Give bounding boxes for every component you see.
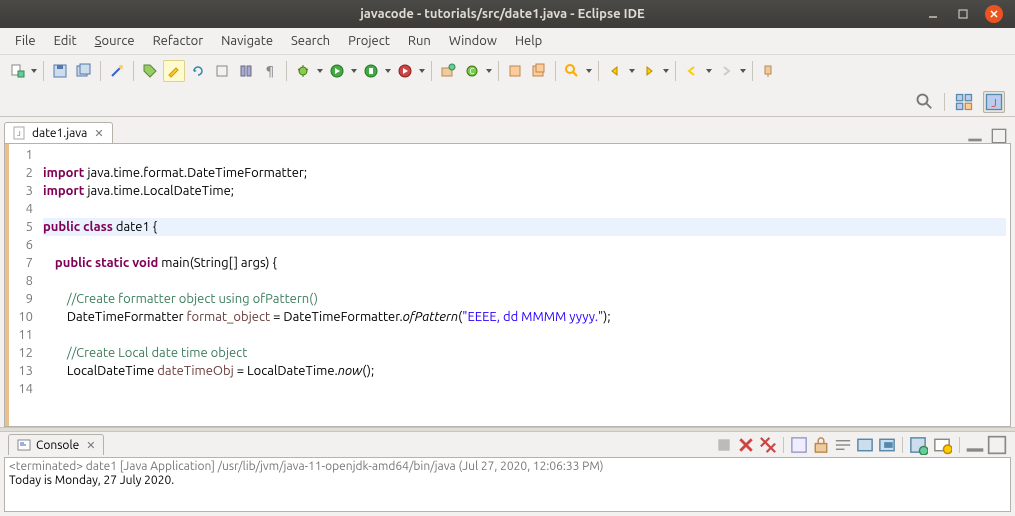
forward-button[interactable] [715,60,737,82]
console-tabrow: Console ✕ [4,432,1011,458]
editor-tab-label: date1.java [32,127,87,140]
back-button[interactable] [681,60,703,82]
new-dropdown[interactable] [30,69,38,73]
coverage-dropdown[interactable] [384,69,392,73]
svg-text:J: J [991,98,997,110]
debug-dropdown[interactable] [316,69,324,73]
annotation-prev-icon[interactable] [604,60,626,82]
toggle-1-icon[interactable] [211,60,233,82]
minimize-view-icon[interactable] [967,129,983,143]
console-maximize-icon[interactable] [987,436,1007,454]
menu-file[interactable]: File [6,30,45,52]
open-type-icon[interactable] [504,60,526,82]
new-package-icon[interactable] [437,60,459,82]
debug-button[interactable] [292,60,314,82]
wand-icon[interactable] [106,60,128,82]
tag-icon[interactable] [139,60,161,82]
menu-refactor[interactable]: Refactor [144,30,213,52]
highlight-icon[interactable] [163,60,185,82]
line-gutter: 1234567891011121314 [5,144,39,426]
menu-navigate[interactable]: Navigate [212,30,282,52]
svg-text:C: C [470,67,475,76]
pin-console-icon[interactable] [855,436,875,454]
back-dropdown[interactable] [705,69,713,73]
code-area[interactable]: import java.time.format.DateTimeFormatte… [39,144,1010,426]
search-button[interactable] [561,60,583,82]
annotation-prev-dropdown[interactable] [628,69,636,73]
refresh-icon[interactable] [187,60,209,82]
console-text: Today is Monday, 27 July 2020. [9,474,1006,487]
minimize-button[interactable] [925,6,941,22]
word-wrap-icon[interactable] [833,436,853,454]
console-tab-label: Console [36,439,79,452]
open-task-icon[interactable] [528,60,550,82]
maximize-view-icon[interactable] [991,129,1007,143]
pin-icon[interactable] [758,60,780,82]
scroll-lock-icon[interactable] [811,436,831,454]
console-view: Console ✕ <terminated> date1 [Java Appli… [4,432,1011,512]
menu-help[interactable]: Help [506,30,551,52]
toggle-2-icon[interactable] [235,60,257,82]
console-output[interactable]: <terminated> date1 [Java Application] /u… [4,458,1011,512]
java-perspective-icon[interactable]: J [983,91,1005,113]
terminate-icon[interactable] [714,436,734,454]
clear-console-icon[interactable] [789,436,809,454]
menu-window[interactable]: Window [440,30,506,52]
code-editor[interactable]: 1234567891011121314 import java.time.for… [4,143,1011,427]
coverage-button[interactable] [360,60,382,82]
close-button[interactable] [985,5,1003,23]
display-selected-icon[interactable] [908,436,928,454]
search-dropdown[interactable] [585,69,593,73]
menu-project[interactable]: Project [339,30,399,52]
run-button[interactable] [326,60,348,82]
quick-access-icon[interactable] [914,91,936,113]
editor-tabs: J date1.java ✕ [0,117,1015,143]
console-tab[interactable]: Console ✕ [8,434,104,455]
ext-tools-button[interactable] [394,60,416,82]
java-file-icon: J [13,126,27,140]
pilcrow-icon[interactable]: ¶ [259,60,281,82]
close-console-tab-icon[interactable]: ✕ [86,439,95,452]
menu-edit[interactable]: Edit [45,30,86,52]
new-class-icon[interactable]: C [461,60,483,82]
annotation-next-icon[interactable] [638,60,660,82]
main-toolbar: ¶ C [0,55,1015,87]
console-status: <terminated> date1 [Java Application] /u… [9,460,1006,473]
window-controls [925,5,1015,23]
forward-dropdown[interactable] [739,69,747,73]
show-console-icon[interactable] [877,436,897,454]
menu-run[interactable]: Run [399,30,440,52]
new-class-dropdown[interactable] [485,69,493,73]
close-tab-icon[interactable]: ✕ [94,127,103,140]
perspective-toolbar: J [0,87,1015,117]
ext-tools-dropdown[interactable] [418,69,426,73]
save-all-button[interactable] [73,60,95,82]
open-console-icon[interactable] [932,436,952,454]
editor-tab-date1[interactable]: J date1.java ✕ [4,122,113,143]
annotation-next-dropdown[interactable] [662,69,670,73]
console-icon [17,438,31,452]
open-perspective-icon[interactable] [953,91,975,113]
save-button[interactable] [49,60,71,82]
maximize-button[interactable] [955,6,971,22]
window-titlebar: javacode - tutorials/src/date1.java - Ec… [0,0,1015,28]
svg-text:J: J [17,130,20,138]
remove-launch-icon[interactable] [736,436,756,454]
window-title: javacode - tutorials/src/date1.java - Ec… [0,7,925,21]
remove-all-icon[interactable] [758,436,778,454]
console-minimize-icon[interactable] [965,436,985,454]
run-dropdown[interactable] [350,69,358,73]
menu-bar: File Edit Source Refactor Navigate Searc… [0,28,1015,55]
menu-search[interactable]: Search [282,30,339,52]
menu-source[interactable]: Source [86,30,144,52]
new-button[interactable] [6,60,28,82]
